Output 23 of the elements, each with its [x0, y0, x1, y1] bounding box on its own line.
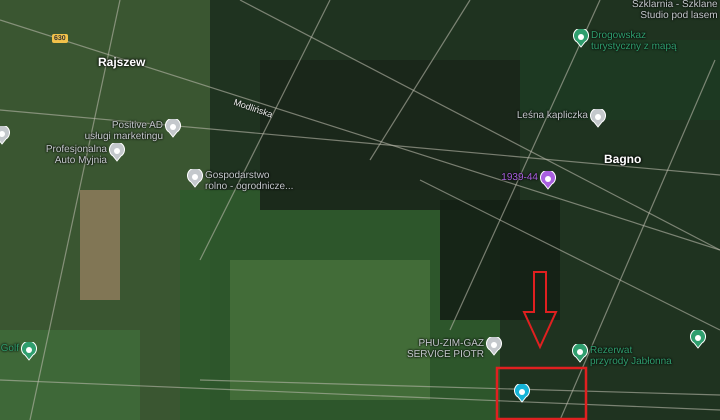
place-label[interactable]: Positive AD usługi marketingu	[84, 120, 163, 142]
place-label[interactable]: Gospodarstwo rolno - ogrodnicze...	[205, 170, 294, 192]
map-pin-icon[interactable]	[486, 337, 502, 356]
place-label[interactable]: 1939-44	[501, 172, 538, 183]
map-pin-icon[interactable]	[590, 109, 606, 128]
place-label[interactable]: Profesjonalna Auto Myjnia	[46, 144, 107, 166]
place-label: Szklarnia - Szklane Studio pod lasem	[632, 0, 718, 21]
place-label[interactable]: Rezerwat przyrody Jabłonna	[590, 345, 672, 367]
down-arrow-icon	[522, 271, 558, 350]
place-label[interactable]: Drogowskaz turystyczny z mapą	[591, 30, 677, 52]
map-pin-icon[interactable]	[690, 330, 706, 349]
place-name: Rajszew	[98, 54, 146, 71]
map-pin-icon[interactable]	[21, 342, 37, 361]
place-label[interactable]: PHU-ZIM-GAZ SERVICE PIOTR	[406, 338, 484, 360]
map-pin-icon[interactable]	[514, 384, 530, 403]
map-pin-icon[interactable]	[540, 171, 556, 190]
map-pin-icon[interactable]	[573, 29, 589, 48]
map-pin-icon[interactable]	[572, 344, 588, 363]
map-pin-icon[interactable]	[109, 143, 125, 162]
place-name: Bagno	[604, 151, 642, 168]
map-pin-icon[interactable]	[187, 169, 203, 188]
place-label[interactable]: Leśna kapliczka	[516, 110, 588, 121]
map-pin-icon[interactable]	[165, 119, 181, 138]
